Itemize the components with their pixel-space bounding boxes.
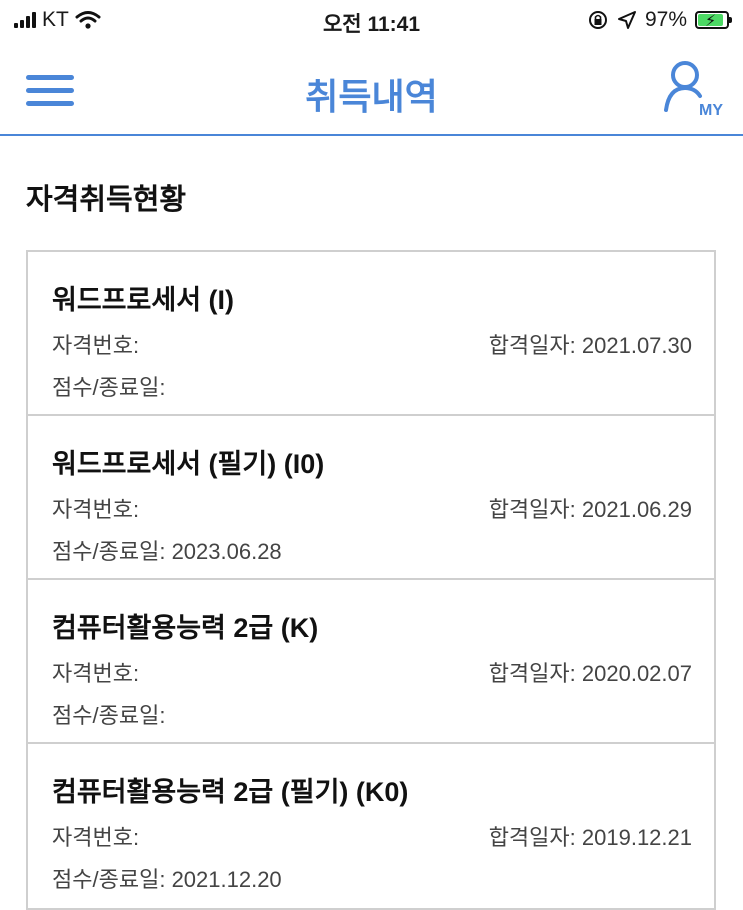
status-right: 97% ⚡ — [587, 8, 732, 32]
pass-date: 합격일자: 2019.12.21 — [489, 820, 692, 852]
certificate-number: 자격번호: — [52, 492, 260, 524]
redacted-value — [139, 500, 260, 523]
certificate-number: 자격번호: — [52, 328, 260, 360]
certificate-number-label: 자격번호: — [52, 497, 140, 522]
redacted-value — [139, 664, 260, 687]
score-expiry-label: 점수/종료일: — [52, 867, 166, 892]
status-bar: KT 오전 11:41 97% ⚡ — [0, 0, 743, 44]
score-expiry: 점수/종료일: — [52, 370, 165, 402]
score-expiry-label: 점수/종료일: — [52, 375, 166, 400]
pass-date-label: 합격일자: — [488, 333, 576, 358]
page-title: 취득내역 — [305, 76, 438, 117]
certificate-title: 워드프로세서 (필기) (I0) — [52, 449, 325, 479]
my-label: MY — [699, 102, 723, 119]
orientation-lock-icon — [588, 11, 607, 29]
redacted-value — [139, 336, 260, 359]
score-expiry: 점수/종료일: — [52, 698, 165, 730]
score-expiry-value: 2023.06.28 — [171, 539, 282, 564]
pass-date-value: 2021.07.30 — [581, 333, 692, 358]
certificate-card[interactable]: 워드프로세서 (I) 자격번호: 합격일자: 2021.07.30 점수/종료일… — [28, 252, 714, 416]
score-expiry: 점수/종료일: 2023.06.28 — [52, 534, 282, 566]
pass-date-value: 2021.06.29 — [581, 497, 692, 522]
certificate-card[interactable]: 컴퓨터활용능력 2급 (K) 자격번호: 합격일자: 2020.02.07 점수… — [28, 580, 714, 744]
score-expiry-label: 점수/종료일: — [52, 703, 166, 728]
pass-date: 합격일자: 2021.07.30 — [489, 328, 692, 360]
certificate-number-label: 자격번호: — [52, 333, 140, 358]
app-header: 취득내역 MY — [0, 44, 743, 136]
battery-icon: ⚡ — [695, 11, 732, 30]
certificate-card[interactable]: 컴퓨터활용능력 2급 (필기) (K0) 자격번호: 합격일자: 2019.12… — [28, 744, 714, 908]
pass-date-label: 합격일자: — [488, 497, 576, 522]
pass-date-value: 2020.02.07 — [581, 661, 692, 686]
certificate-title: 워드프로세서 (I) — [52, 285, 235, 315]
battery-percent: 97% — [644, 8, 687, 31]
pass-date: 합격일자: 2020.02.07 — [489, 656, 692, 688]
certificate-number-label: 자격번호: — [52, 825, 140, 850]
pass-date-label: 합격일자: — [488, 825, 576, 850]
certificate-list: 워드프로세서 (I) 자격번호: 합격일자: 2021.07.30 점수/종료일… — [26, 250, 716, 910]
pass-date: 합격일자: 2021.06.29 — [489, 492, 692, 524]
pass-date-value: 2019.12.21 — [581, 825, 692, 850]
location-arrow-icon — [617, 11, 636, 29]
pass-date-label: 합격일자: — [488, 661, 576, 686]
redacted-value — [139, 828, 260, 851]
certificate-number: 자격번호: — [52, 820, 260, 852]
my-page-button[interactable]: MY — [663, 60, 723, 120]
certificate-number: 자격번호: — [52, 656, 260, 688]
section-title: 자격취득현황 — [26, 184, 187, 216]
certificate-title: 컴퓨터활용능력 2급 (필기) (K0) — [52, 777, 409, 807]
score-expiry: 점수/종료일: 2021.12.20 — [52, 862, 282, 894]
certificate-title: 컴퓨터활용능력 2급 (K) — [52, 613, 319, 643]
score-expiry-label: 점수/종료일: — [52, 539, 166, 564]
certificate-number-label: 자격번호: — [52, 661, 140, 686]
certificate-card[interactable]: 워드프로세서 (필기) (I0) 자격번호: 합격일자: 2021.06.29 … — [28, 416, 714, 580]
score-expiry-value: 2021.12.20 — [171, 867, 282, 892]
